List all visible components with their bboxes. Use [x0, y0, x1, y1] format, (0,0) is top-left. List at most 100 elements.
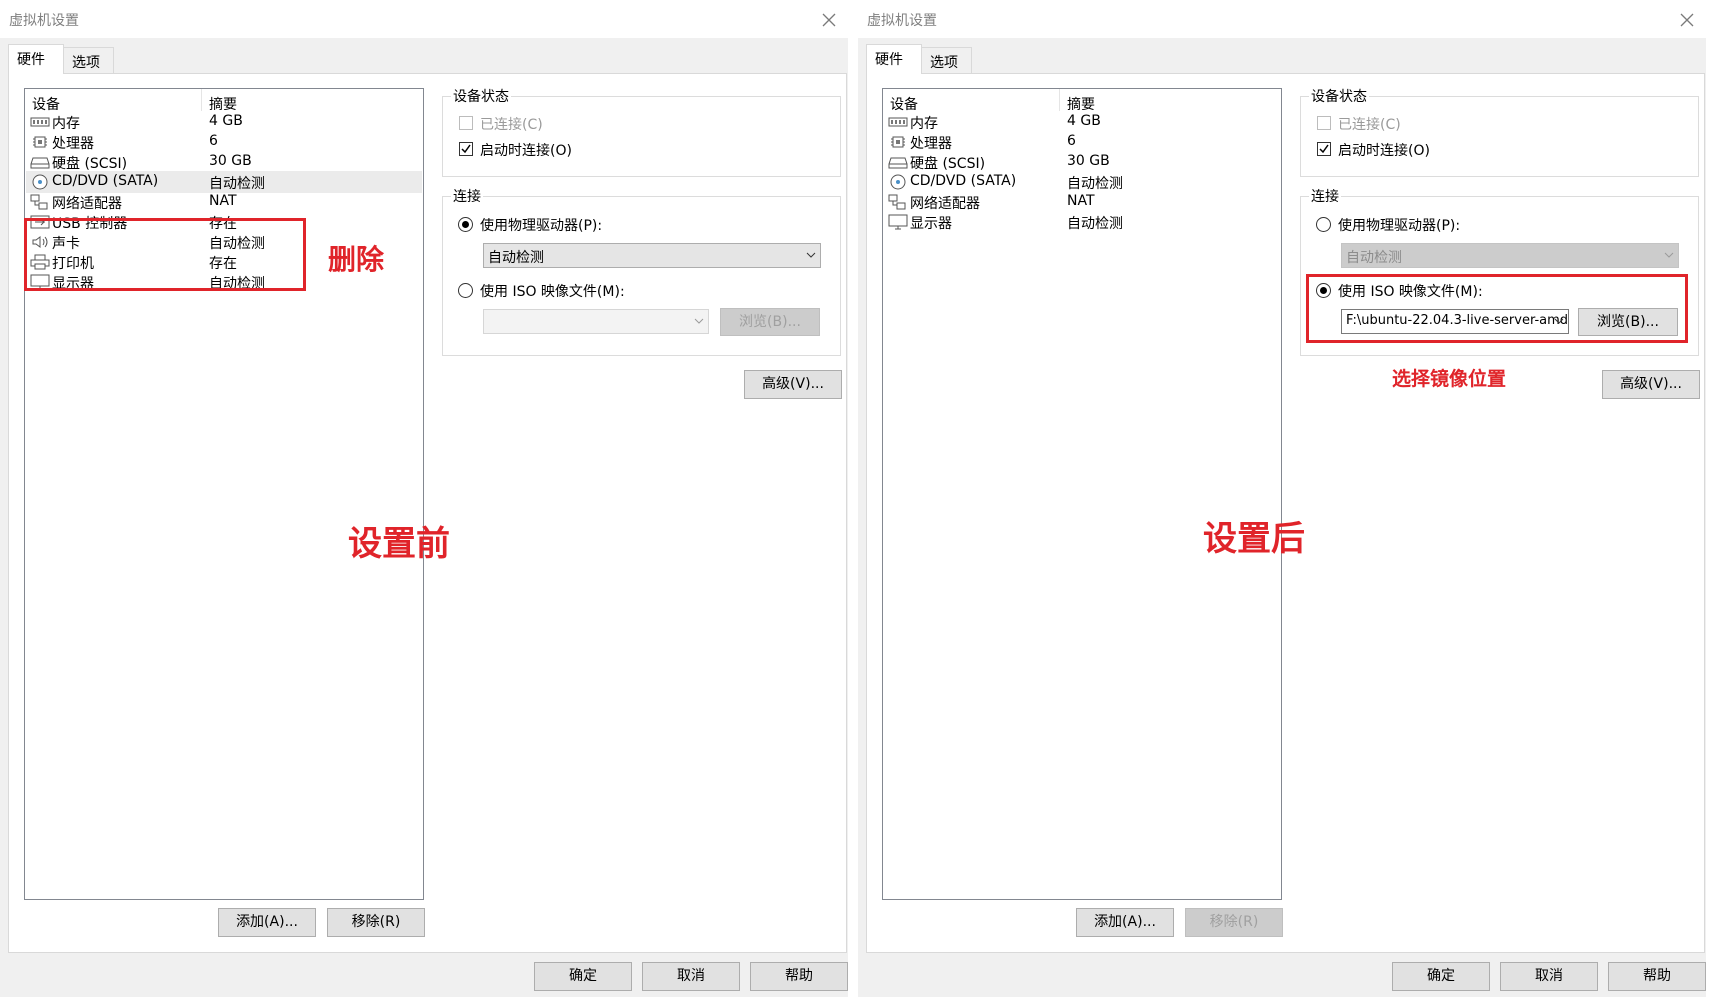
- tab-hardware[interactable]: 硬件: [8, 44, 64, 74]
- physical-drive-value: 自动检测: [488, 250, 544, 266]
- device-summary: 4 GB: [209, 113, 243, 129]
- title-bar: 虚拟机设置: [0, 0, 848, 38]
- connection-title: 连接: [1309, 186, 1341, 206]
- close-icon[interactable]: [1676, 9, 1698, 31]
- connected-checkbox[interactable]: [459, 116, 473, 130]
- device-list[interactable]: 设备 摘要 内存 4 GB 处理器 6 硬盘 (SCSI) 30 GB CD/D…: [882, 88, 1282, 900]
- device-summary: 6: [1067, 133, 1076, 149]
- before-annotation: 设置前: [348, 524, 450, 564]
- device-name: 显示器: [910, 216, 952, 232]
- connected-checkbox[interactable]: [1317, 116, 1331, 130]
- device-summary: 30 GB: [209, 153, 252, 169]
- iso-image-radio[interactable]: [458, 283, 473, 298]
- advanced-button[interactable]: 高级(V)...: [744, 370, 842, 399]
- physical-drive-select[interactable]: 自动检测: [1341, 243, 1679, 268]
- connected-label: 已连接(C): [1338, 117, 1401, 133]
- column-divider[interactable]: [1059, 89, 1060, 111]
- remove-device-button[interactable]: 移除(R): [327, 908, 425, 937]
- column-divider[interactable]: [201, 89, 202, 111]
- device-name: 硬盘 (SCSI): [52, 156, 128, 172]
- processor-icon: [33, 136, 47, 148]
- device-list[interactable]: 设备 摘要 内存 4 GB 处理器 6 硬盘 (SCSI) 30 GB CD/D…: [24, 88, 424, 900]
- physical-drive-radio[interactable]: [458, 217, 473, 232]
- device-row-hard-disk[interactable]: 硬盘 (SCSI) 30 GB: [884, 151, 1280, 173]
- processor-icon: [891, 136, 905, 148]
- device-row-processor[interactable]: 处理器 6: [884, 131, 1280, 153]
- device-name: CD/DVD (SATA): [910, 173, 1017, 189]
- device-row-memory[interactable]: 内存 4 GB: [884, 111, 1280, 133]
- ok-button[interactable]: 确定: [534, 962, 632, 991]
- close-icon[interactable]: [818, 9, 840, 31]
- device-status-title: 设备状态: [1309, 86, 1369, 106]
- physical-drive-radio[interactable]: [1316, 217, 1331, 232]
- hard-disk-icon: [30, 157, 50, 169]
- physical-drive-label: 使用物理驱动器(P):: [1338, 218, 1461, 234]
- hardware-panel: 设备 摘要 内存 4 GB 处理器 6 硬盘 (SCSI) 30 GB CD/D…: [8, 73, 847, 953]
- device-row-cd-dvd[interactable]: CD/DVD (SATA) 自动检测: [26, 171, 422, 193]
- browse-button[interactable]: 浏览(B)...: [720, 308, 820, 336]
- advanced-button[interactable]: 高级(V)...: [1602, 370, 1700, 399]
- device-name: CD/DVD (SATA): [52, 173, 159, 189]
- cancel-button[interactable]: 取消: [642, 962, 740, 991]
- network-adapter-icon: [30, 194, 48, 210]
- iso-image-label: 使用 ISO 映像文件(M):: [480, 284, 625, 300]
- help-button[interactable]: 帮助: [750, 962, 848, 991]
- tab-options[interactable]: 选项: [921, 47, 972, 74]
- device-summary: 自动检测: [1067, 176, 1123, 192]
- cancel-button[interactable]: 取消: [1500, 962, 1598, 991]
- device-summary: NAT: [1067, 193, 1095, 209]
- radio-selected-dot: [462, 221, 469, 228]
- device-summary: 30 GB: [1067, 153, 1110, 169]
- chevron-down-icon: [806, 252, 816, 258]
- connect-at-power-on-checkbox[interactable]: [459, 142, 473, 156]
- device-name: 网络适配器: [52, 196, 122, 212]
- tab-hardware[interactable]: 硬件: [866, 44, 922, 74]
- device-name: 内存: [52, 116, 80, 132]
- device-name: 内存: [910, 116, 938, 132]
- device-name: 硬盘 (SCSI): [910, 156, 986, 172]
- device-row-processor[interactable]: 处理器 6: [26, 131, 422, 153]
- device-name: 处理器: [910, 136, 952, 152]
- after-annotation: 设置后: [1203, 519, 1305, 559]
- chevron-down-icon: [694, 318, 704, 324]
- delete-highlight-box: [24, 218, 306, 291]
- vm-settings-dialog-before: 虚拟机设置 硬件 选项 设备 摘要 内存 4 GB 处理器 6 硬盘 (SCSI…: [0, 0, 848, 997]
- cd-dvd-icon: [890, 174, 906, 190]
- device-row-network-adapter[interactable]: 网络适配器 NAT: [884, 191, 1280, 213]
- ok-button[interactable]: 确定: [1392, 962, 1490, 991]
- device-row-hard-disk[interactable]: 硬盘 (SCSI) 30 GB: [26, 151, 422, 173]
- iso-path-select[interactable]: [483, 309, 709, 334]
- vm-settings-dialog-after: 虚拟机设置 硬件 选项 设备 摘要 内存 4 GB 处理器 6 硬盘 (SCSI…: [858, 0, 1706, 997]
- memory-icon: [888, 117, 908, 127]
- connected-label: 已连接(C): [480, 117, 543, 133]
- device-status-group: 设备状态 已连接(C) 启动时连接(O): [1300, 86, 1699, 177]
- chevron-down-icon: [1664, 252, 1674, 258]
- network-adapter-icon: [888, 194, 906, 210]
- choose-image-annotation: 选择镜像位置: [1392, 368, 1507, 390]
- device-name: 网络适配器: [910, 196, 980, 212]
- device-summary: 6: [209, 133, 218, 149]
- device-status-group: 设备状态 已连接(C) 启动时连接(O): [442, 86, 841, 177]
- add-device-button[interactable]: 添加(A)...: [218, 908, 316, 937]
- connection-title: 连接: [451, 186, 483, 206]
- window-title: 虚拟机设置: [867, 13, 937, 29]
- device-row-network-adapter[interactable]: 网络适配器 NAT: [26, 191, 422, 213]
- device-summary: NAT: [209, 193, 237, 209]
- help-button[interactable]: 帮助: [1608, 962, 1706, 991]
- remove-device-button[interactable]: 移除(R): [1185, 908, 1283, 937]
- connect-at-power-on-checkbox[interactable]: [1317, 142, 1331, 156]
- physical-drive-select[interactable]: 自动检测: [483, 243, 821, 268]
- delete-annotation: 删除: [328, 243, 385, 276]
- cd-dvd-icon: [32, 174, 48, 190]
- device-row-display[interactable]: 显示器 自动检测: [884, 211, 1280, 233]
- tab-options[interactable]: 选项: [63, 47, 114, 74]
- device-row-memory[interactable]: 内存 4 GB: [26, 111, 422, 133]
- device-row-cd-dvd[interactable]: CD/DVD (SATA) 自动检测: [884, 171, 1280, 193]
- connection-group: 连接 使用物理驱动器(P): 自动检测 使用 ISO 映像文件(M): 浏览(B…: [442, 186, 841, 356]
- hard-disk-icon: [888, 157, 908, 169]
- connect-at-power-on-label: 启动时连接(O): [480, 143, 572, 159]
- device-name: 处理器: [52, 136, 94, 152]
- add-device-button[interactable]: 添加(A)...: [1076, 908, 1174, 937]
- device-status-title: 设备状态: [451, 86, 511, 106]
- device-summary: 自动检测: [209, 176, 265, 192]
